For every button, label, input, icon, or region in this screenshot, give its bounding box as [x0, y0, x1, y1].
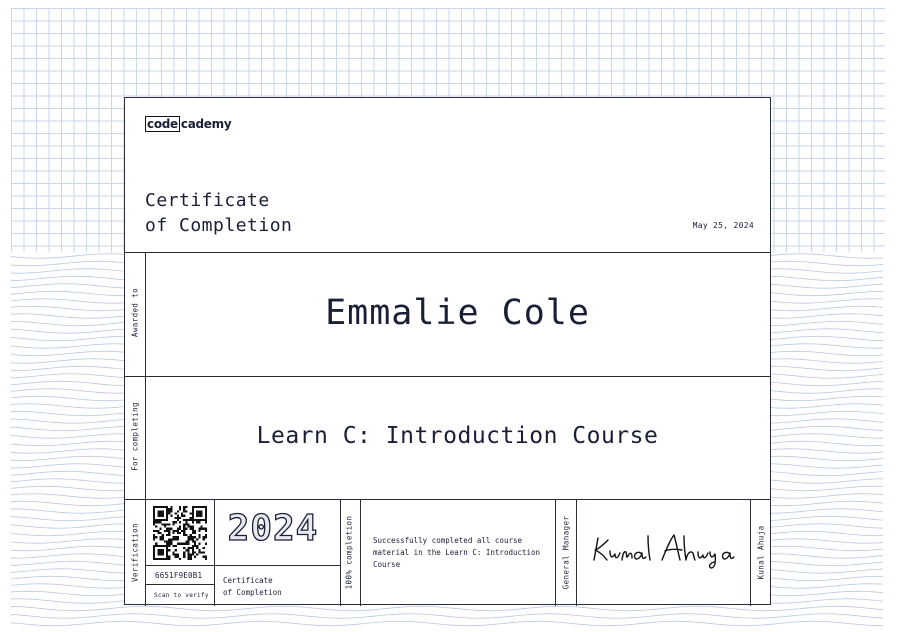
verification-label: Verification [130, 523, 140, 582]
divider [145, 584, 214, 585]
certificate-title: Certificate of Completion [145, 190, 293, 236]
completion-year: 2024 [227, 507, 319, 549]
divider [125, 252, 770, 253]
completion-label: 100% completion [344, 515, 354, 590]
certificate-id: 6651F9E0B1 [155, 571, 203, 580]
divider [125, 376, 770, 377]
scan-to-verify-label: Scan to verify [154, 592, 209, 599]
divider [555, 499, 556, 606]
awarded-to-label: Awarded to [130, 287, 140, 338]
completion-description: Successfully completed all course materi… [373, 536, 541, 569]
divider [145, 565, 214, 566]
divider [360, 499, 361, 606]
certificate-label: Certificate of Completion [223, 576, 282, 597]
divider [750, 499, 751, 606]
certificate: code cademy Certificate of Completion May… [124, 97, 771, 606]
for-completing-label: For completing [130, 402, 140, 471]
course-name: Learn C: Introduction Course [256, 423, 659, 449]
logo-rest-text: cademy [180, 117, 232, 131]
divider [214, 565, 340, 566]
logo-box-text: code [145, 116, 180, 132]
divider [340, 499, 341, 606]
divider [125, 499, 770, 500]
signer-name: Kunal Ahuja [756, 525, 766, 580]
signer-title: General Manager [561, 515, 571, 590]
codecademy-logo: code cademy [145, 116, 232, 132]
signature [593, 534, 735, 569]
divider [214, 499, 215, 606]
recipient-name: Emmalie Cole [325, 293, 590, 333]
qr-code[interactable] [153, 506, 207, 560]
divider [576, 499, 577, 606]
certificate-date: May 25, 2024 [692, 221, 754, 230]
